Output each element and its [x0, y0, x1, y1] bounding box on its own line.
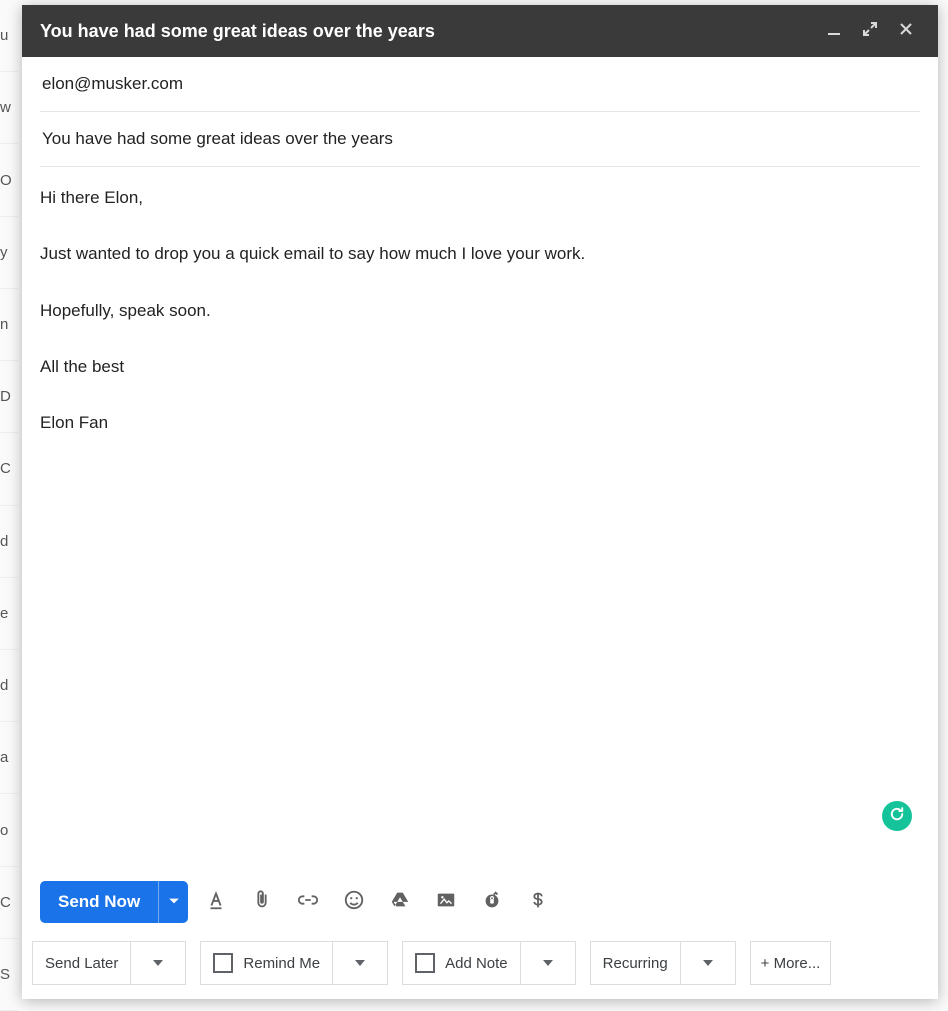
bg-row: e — [0, 578, 18, 650]
add-note-button[interactable]: Add Note — [403, 942, 520, 984]
caret-down-icon — [543, 960, 553, 966]
send-later-label: Send Later — [45, 955, 118, 972]
body-line: Just wanted to drop you a quick email to… — [40, 241, 920, 267]
caret-down-icon — [355, 960, 365, 966]
body-line: Hi there Elon, — [40, 185, 920, 211]
compose-window: You have had some great ideas over the y… — [22, 5, 938, 999]
link-button[interactable] — [296, 890, 320, 914]
bg-row: y — [0, 217, 18, 289]
send-later-button[interactable]: Send Later — [33, 942, 130, 984]
body-line: All the best — [40, 354, 920, 380]
caret-down-icon — [153, 960, 163, 966]
text-format-button[interactable] — [204, 890, 228, 914]
send-dropdown-button[interactable] — [158, 881, 188, 923]
photo-button[interactable] — [434, 890, 458, 914]
send-later-addon: Send Later — [32, 941, 186, 985]
bg-row: n — [0, 289, 18, 361]
send-button[interactable]: Send Now — [40, 881, 158, 923]
attach-button[interactable] — [250, 890, 274, 914]
money-button[interactable] — [526, 890, 550, 914]
emoji-icon — [343, 889, 365, 916]
bg-row: d — [0, 650, 18, 722]
more-addons-button[interactable]: + More... — [750, 941, 832, 985]
bg-row: C — [0, 433, 18, 505]
add-note-label: Add Note — [445, 955, 508, 972]
compose-titlebar: You have had some great ideas over the y… — [22, 5, 938, 57]
bg-row: d — [0, 506, 18, 578]
remind-me-label: Remind Me — [243, 955, 320, 972]
subject-field[interactable] — [40, 128, 924, 150]
remind-me-addon: Remind Me — [200, 941, 388, 985]
grammarly-icon — [888, 805, 906, 828]
drive-button[interactable] — [388, 890, 412, 914]
photo-icon — [435, 889, 457, 916]
emoji-button[interactable] — [342, 890, 366, 914]
body-line: Elon Fan — [40, 410, 920, 436]
message-body[interactable]: Hi there Elon, Just wanted to drop you a … — [22, 167, 938, 871]
close-icon — [898, 21, 914, 42]
compose-toolbar: Send Now — [22, 871, 938, 933]
bg-row: S — [0, 939, 18, 1011]
body-line: Hopefully, speak soon. — [40, 298, 920, 324]
confidential-icon — [481, 889, 503, 916]
recurring-button[interactable]: Recurring — [591, 942, 680, 984]
to-field[interactable] — [40, 73, 924, 95]
close-button[interactable] — [892, 17, 920, 45]
more-options-button[interactable] — [848, 891, 870, 913]
addons-row: Send Later Remind Me Add Note Recurring … — [22, 933, 938, 999]
bg-row: O — [0, 144, 18, 216]
recurring-dropdown[interactable] — [680, 942, 735, 984]
add-note-dropdown[interactable] — [520, 942, 575, 984]
grammarly-button[interactable] — [882, 801, 912, 831]
text-format-icon — [205, 889, 227, 916]
caret-down-icon — [168, 895, 180, 910]
more-addons-label: + More... — [761, 955, 821, 972]
bg-row: u — [0, 0, 18, 72]
caret-down-icon — [703, 960, 713, 966]
bg-row: w — [0, 72, 18, 144]
discard-button[interactable] — [892, 891, 914, 913]
checkbox-icon — [213, 953, 233, 973]
send-later-dropdown[interactable] — [130, 942, 185, 984]
bg-row: o — [0, 794, 18, 866]
minimize-button[interactable] — [820, 17, 848, 45]
recurring-label: Recurring — [603, 955, 668, 972]
to-field-row — [40, 57, 920, 112]
minimize-icon — [826, 21, 842, 42]
confidential-button[interactable] — [480, 890, 504, 914]
add-note-addon: Add Note — [402, 941, 576, 985]
expand-icon — [862, 21, 878, 42]
drive-icon — [389, 889, 411, 916]
fullscreen-button[interactable] — [856, 17, 884, 45]
remind-me-dropdown[interactable] — [332, 942, 387, 984]
subject-field-row — [40, 112, 920, 167]
money-icon — [527, 889, 549, 916]
recurring-addon: Recurring — [590, 941, 736, 985]
bg-row: D — [0, 361, 18, 433]
link-icon — [297, 889, 319, 916]
remind-me-button[interactable]: Remind Me — [201, 942, 332, 984]
bg-row: C — [0, 867, 18, 939]
bg-row: a — [0, 722, 18, 794]
attach-icon — [251, 889, 273, 916]
checkbox-icon — [415, 953, 435, 973]
compose-title: You have had some great ideas over the y… — [40, 21, 812, 42]
